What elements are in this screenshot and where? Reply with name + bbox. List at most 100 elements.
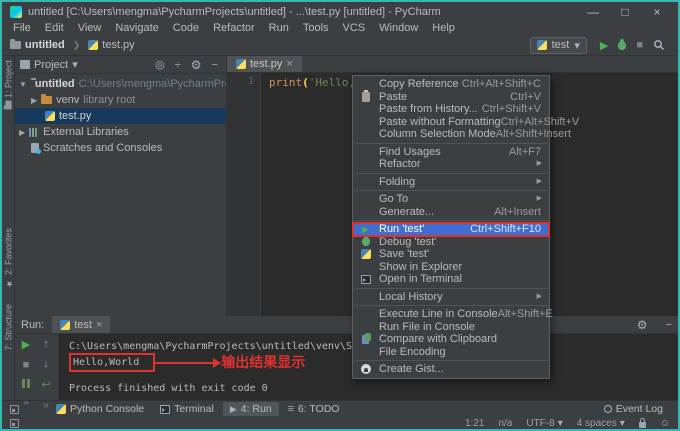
tool-window-python-console[interactable]: Python Console (49, 402, 151, 416)
event-log-button[interactable]: Event Log (597, 402, 670, 416)
menu-separator (354, 143, 548, 144)
annotation-arrow (153, 362, 215, 364)
menu-navigate[interactable]: Navigate (108, 22, 165, 34)
close-tab-icon[interactable] (286, 58, 292, 70)
menu-item-compare-with-clipboard[interactable]: Compare with Clipboard (353, 333, 549, 346)
maximize-button[interactable]: □ (612, 5, 638, 19)
menu-item-find-usages[interactable]: Find Usages Alt+F7 (353, 146, 549, 159)
folder-icon (10, 41, 21, 49)
run-button[interactable] (600, 39, 608, 52)
code-keyword: print (269, 76, 302, 89)
indent-select[interactable]: 4 spaces (577, 418, 625, 429)
tool-window-terminal[interactable]: Terminal (153, 402, 221, 416)
breadcrumb-project[interactable]: untitled (25, 39, 65, 51)
tool-window-structure[interactable]: 7: Structure (2, 304, 15, 351)
run-tab-test[interactable]: test (52, 316, 110, 333)
inspections-hector-icon[interactable] (660, 418, 670, 429)
tree-row-testpy[interactable]: test.py (15, 108, 226, 124)
menu-item-column-selection-mode[interactable]: Column Selection Mode Alt+Shift+Insert (353, 128, 549, 141)
menu-view[interactable]: View (71, 22, 109, 34)
collapsed-arrow-icon[interactable] (19, 126, 25, 138)
menu-item-go-to[interactable]: Go To (353, 193, 549, 206)
tree-row-venv[interactable]: venv library root (15, 92, 226, 108)
tree-row-scratches[interactable]: Scratches and Consoles (15, 140, 226, 156)
expand-arrow-icon[interactable] (19, 78, 27, 90)
tool-window-todo[interactable]: 6: TODO (281, 402, 347, 416)
menu-item-paste-from-history[interactable]: Paste from History... Ctrl+Shift+V (353, 103, 549, 116)
gear-icon[interactable] (637, 318, 648, 332)
menu-tools[interactable]: Tools (296, 22, 336, 34)
menu-help[interactable]: Help (425, 22, 462, 34)
todo-list-icon (288, 403, 294, 415)
python-file-icon (361, 249, 371, 259)
menu-item-run-file-in-console[interactable]: Run File in Console (353, 321, 549, 334)
search-icon[interactable] (653, 39, 665, 51)
hide-panel-icon[interactable] (212, 59, 218, 71)
tool-window-project[interactable]: 1: Project (2, 60, 15, 109)
menu-item-save-test[interactable]: Save 'test' (353, 248, 549, 261)
menu-refactor[interactable]: Refactor (206, 22, 262, 34)
menu-item-paste[interactable]: Paste Ctrl+V (353, 91, 549, 104)
run-configuration-select[interactable]: test (530, 37, 587, 54)
menu-item-open-in-terminal[interactable]: Open in Terminal (353, 273, 549, 286)
tree-row-external-libraries[interactable]: External Libraries (15, 124, 226, 140)
folder-icon (5, 101, 11, 110)
python-file-icon (537, 40, 547, 50)
menu-separator (354, 173, 548, 174)
chevron-down-icon (620, 418, 625, 429)
file-encoding-select[interactable]: UTF-8 (526, 418, 562, 429)
stop-button[interactable] (23, 359, 30, 371)
rerun-button[interactable] (22, 338, 30, 351)
tool-window-switcher-icon[interactable] (10, 405, 19, 414)
hide-panel-icon[interactable] (666, 319, 672, 331)
collapse-all-icon[interactable] (175, 59, 181, 71)
down-stack-trace-icon[interactable] (43, 358, 49, 370)
menu-item-refactor[interactable]: Refactor (353, 158, 549, 171)
pause-button[interactable] (22, 379, 30, 388)
menu-item-copy-reference[interactable]: Copy Reference Ctrl+Alt+Shift+C (353, 78, 549, 91)
stop-button[interactable] (636, 39, 643, 51)
tool-window-favorites[interactable]: 2: Favorites (2, 228, 15, 288)
menu-item-local-history[interactable]: Local History (353, 291, 549, 304)
menu-item-create-gist[interactable]: Create Gist... (353, 363, 549, 376)
menu-item-file-encoding[interactable]: File Encoding (353, 346, 549, 359)
debug-icon (362, 237, 370, 246)
menu-item-debug-test[interactable]: Debug 'test' (353, 236, 549, 249)
project-panel-title[interactable]: Project (34, 59, 68, 71)
menu-item-execute-line-in-console[interactable]: Execute Line in Console Alt+Shift+E (353, 308, 549, 321)
menu-item-run-test[interactable]: Run 'test' Ctrl+Shift+F10 (353, 223, 549, 236)
close-tab-icon[interactable] (96, 319, 102, 331)
menu-window[interactable]: Window (372, 22, 425, 34)
menu-separator (354, 220, 548, 221)
compare-icon (362, 335, 369, 344)
menu-file[interactable]: File (6, 22, 38, 34)
collapsed-arrow-icon[interactable] (31, 94, 37, 106)
debug-button[interactable] (618, 41, 626, 50)
run-panel-header: Run: test (15, 316, 678, 334)
terminal-icon (160, 405, 170, 414)
toolwindow-toggle-icon[interactable] (10, 419, 19, 428)
menu-item-paste-without-formatting[interactable]: Paste without Formatting Ctrl+Alt+Shift+… (353, 116, 549, 129)
lock-icon[interactable] (639, 422, 646, 428)
caret-position[interactable]: 1:21 (465, 418, 484, 429)
pycharm-logo-icon (10, 6, 22, 18)
locate-icon[interactable] (155, 58, 165, 71)
menu-code[interactable]: Code (166, 22, 206, 34)
breadcrumb-file[interactable]: test.py (102, 39, 134, 51)
tab-testpy[interactable]: test.py (227, 56, 302, 72)
chevron-down-icon[interactable] (72, 58, 78, 71)
soft-wrap-icon[interactable] (41, 378, 50, 391)
tree-row-root[interactable]: untitled C:\Users\mengma\PycharmProjects… (15, 76, 226, 92)
menu-edit[interactable]: Edit (38, 22, 71, 34)
menu-run[interactable]: Run (262, 22, 296, 34)
star-icon (4, 278, 14, 288)
gear-icon[interactable] (191, 58, 202, 72)
menu-item-show-in-explorer[interactable]: Show in Explorer (353, 261, 549, 274)
minimize-button[interactable]: — (580, 5, 606, 19)
menu-item-generate[interactable]: Generate... Alt+Insert (353, 206, 549, 219)
menu-vcs[interactable]: VCS (336, 22, 373, 34)
tool-window-run[interactable]: 4: Run (223, 402, 279, 416)
menu-item-folding[interactable]: Folding (353, 176, 549, 189)
close-button[interactable]: × (644, 5, 670, 19)
up-stack-trace-icon[interactable] (43, 338, 49, 350)
